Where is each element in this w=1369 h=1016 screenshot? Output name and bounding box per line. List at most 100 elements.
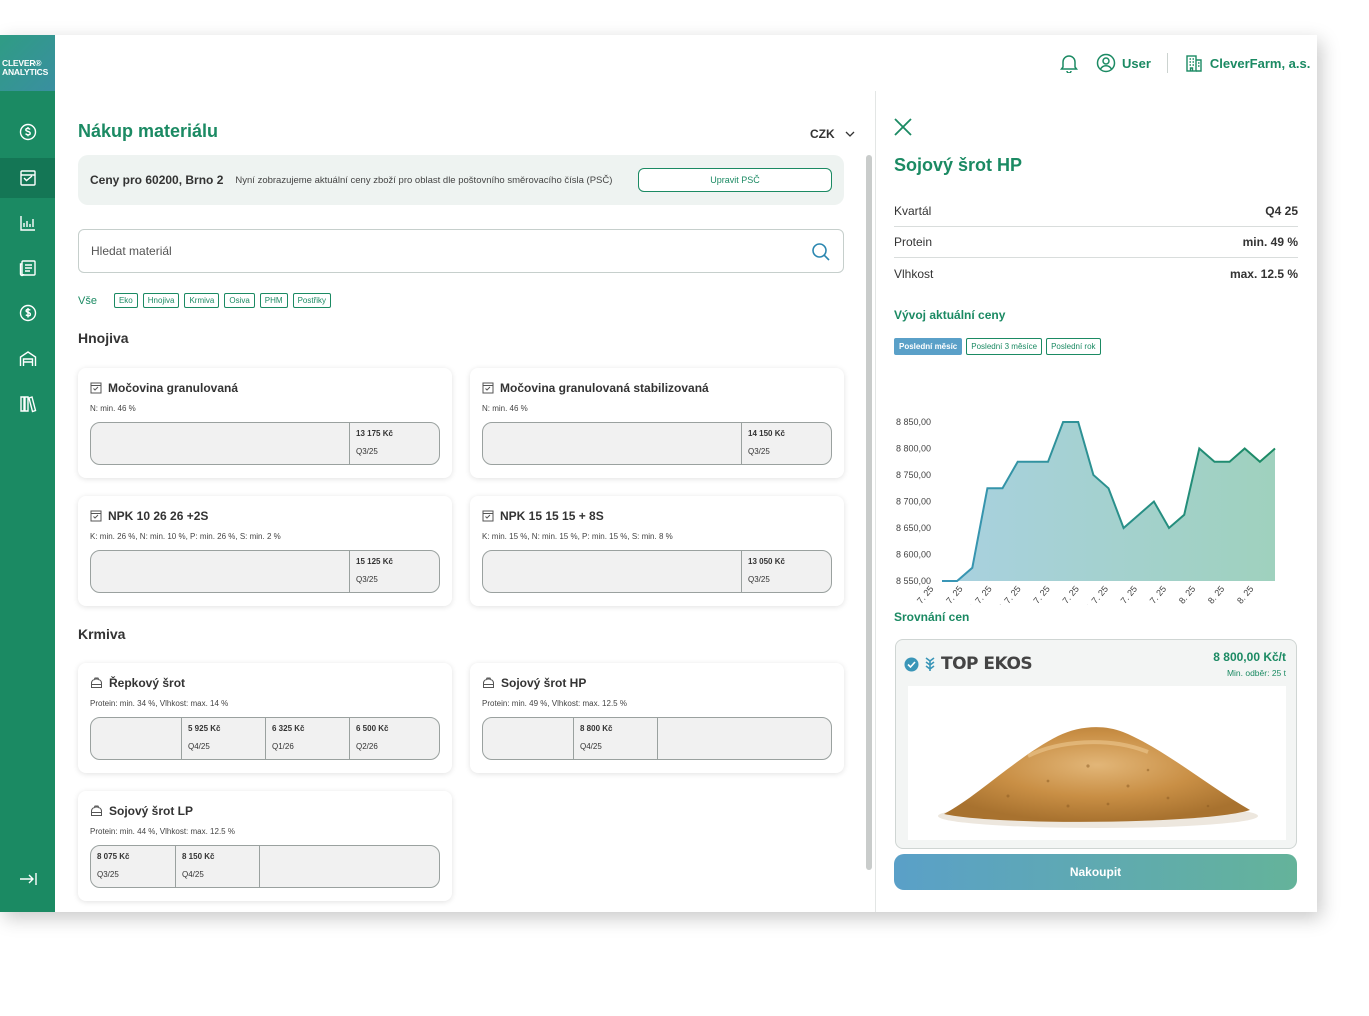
notification-bell-icon[interactable] (1060, 53, 1078, 73)
filter-chip-postriky[interactable]: Postřiky (292, 293, 332, 308)
fertilizer-icon (90, 510, 102, 522)
product-spec: K: min. 15 %, N: min. 15 %, P: min. 15 %… (482, 532, 673, 541)
nav-purchase-icon[interactable] (0, 158, 55, 198)
range-last-year[interactable]: Poslední rok (1046, 338, 1101, 355)
section-title-feeds: Krmiva (78, 626, 126, 642)
x-tick-label: 31. 7. 25 (1138, 584, 1168, 605)
range-last-month[interactable]: Poslední měsíc (894, 338, 963, 355)
y-tick-label: 8 600,00 (896, 550, 931, 560)
price-period: Q3/25 (748, 575, 770, 584)
price-cell-empty (259, 846, 439, 887)
nav-library-icon[interactable] (0, 384, 55, 424)
x-tick-label: 17. 7. 25 (993, 584, 1023, 605)
location-description: Nyní zobrazujeme aktuální ceny zboží pro… (235, 174, 613, 186)
filter-chip-eko[interactable]: Eko (113, 293, 138, 308)
price-cell[interactable]: 13 050 Kč Q3/25 (741, 551, 831, 592)
vendor-name: TOP EKOS (941, 654, 1033, 674)
spec-label: Vlhkost (894, 266, 934, 281)
price-cell[interactable]: 5 925 Kč Q4/25 (181, 718, 265, 759)
price-row: 5 925 Kč Q4/25 6 325 Kč Q1/26 6 500 Kč Q2/2… (90, 717, 440, 760)
y-tick-label: 8 650,00 (896, 523, 931, 533)
nav-news-icon[interactable] (0, 248, 55, 288)
price-cell[interactable]: 6 325 Kč Q1/26 (265, 718, 349, 759)
product-name: NPK 15 15 15 + 8S (500, 509, 604, 523)
location-label: Ceny pro 60200, Brno 2 (90, 173, 224, 187)
filter-chip-phm[interactable]: PHM (259, 293, 288, 308)
panel-divider (875, 91, 876, 912)
product-card[interactable]: NPK 15 15 15 + 8S K: min. 15 %, N: min. … (470, 496, 844, 606)
product-card-selected[interactable]: Sojový šrot HP Protein: min. 49 %, Vlhko… (470, 663, 844, 773)
price-cell[interactable]: 15 125 Kč Q3/25 (349, 551, 439, 592)
sidebar: CLEVER® ANALYTICS (0, 35, 55, 912)
location-info-bar: Ceny pro 60200, Brno 2 Nyní zobrazujeme … (78, 155, 844, 205)
filter-chip-osiva[interactable]: Osiva (224, 293, 255, 308)
user-menu[interactable]: User (1096, 53, 1151, 73)
price-cell[interactable]: 8 150 Kč Q4/25 (175, 846, 259, 887)
wheat-icon (925, 657, 935, 671)
price-cell-empty (91, 423, 349, 464)
y-tick-label: 8 750,00 (896, 470, 931, 480)
filter-chip-krmiva[interactable]: Krmiva (184, 293, 220, 308)
x-tick-label: 9. 7. 25 (909, 584, 936, 605)
detail-title: Sojový šrot HP (894, 155, 1023, 175)
card-header: NPK 15 15 15 + 8S (482, 509, 604, 523)
spec-label: Protein (894, 235, 933, 249)
price-row: 8 075 Kč Q3/25 8 150 Kč Q4/25 (90, 845, 440, 888)
search-input[interactable]: Hledat materiál (78, 229, 844, 273)
app-logo[interactable]: CLEVER® ANALYTICS (0, 35, 55, 91)
price-period: Q1/26 (272, 742, 294, 751)
price-cell[interactable]: 8 800 Kč Q4/25 (573, 718, 657, 759)
card-header: Řepkový šrot (90, 676, 185, 690)
edit-zip-button[interactable]: Upravit PSČ (638, 168, 832, 192)
price-cell-empty (483, 423, 741, 464)
product-card[interactable]: NPK 10 26 26 +2S K: min. 26 %, N: min. 1… (78, 496, 452, 606)
nav-warehouse-icon[interactable] (0, 339, 55, 379)
price-cell-empty (483, 551, 741, 592)
range-last-3-months[interactable]: Poslední 3 měsíce (966, 338, 1043, 355)
filter-all[interactable]: Vše (78, 295, 97, 307)
product-name: Řepkový šrot (109, 676, 186, 690)
product-spec: Protein: min. 34 %, Vlhkost: max. 14 % (90, 699, 229, 708)
filter-chip-hnojiva[interactable]: Hnojiva (142, 293, 180, 308)
user-avatar-icon (1096, 53, 1116, 73)
nav-chart-icon[interactable] (0, 203, 55, 243)
price-trend-title: Vývoj aktuální ceny (894, 308, 1006, 322)
price-period: Q3/25 (97, 870, 119, 879)
price-cell[interactable]: 8 075 Kč Q3/25 (91, 846, 175, 887)
vendor-offer-card[interactable]: TOP EKOS 8 800,00 Kč/t Min. odběr: 25 t (895, 639, 1297, 849)
card-header: NPK 10 26 26 +2S (90, 509, 208, 523)
buy-button[interactable]: Nakoupit (894, 854, 1297, 890)
x-tick-label: 8. 8. 25 (1229, 584, 1256, 605)
search-icon[interactable] (811, 242, 831, 262)
product-card[interactable]: Řepkový šrot Protein: min. 34 %, Vlhkost… (78, 663, 452, 773)
price-period: Q4/25 (580, 742, 602, 751)
price-cell[interactable]: 14 150 Kč Q3/25 (741, 423, 831, 464)
nav-finance-icon[interactable] (0, 112, 55, 152)
spec-row: Vlhkost max. 12.5 % (894, 258, 1298, 289)
y-tick-label: 8 550,00 (896, 576, 931, 586)
collapse-sidebar-icon[interactable] (0, 863, 55, 895)
price-value: 8 075 Kč (97, 852, 130, 861)
nav-dollar-icon[interactable] (0, 293, 55, 333)
main-scrollbar[interactable] (866, 155, 872, 870)
price-period: Q3/25 (748, 447, 770, 456)
currency-select[interactable]: CZK (810, 127, 855, 141)
topbar-separator (1166, 53, 1168, 73)
spec-row: Protein min. 49 % (894, 227, 1298, 258)
price-cell-empty (91, 718, 181, 759)
price-cell[interactable]: 6 500 Kč Q2/26 (349, 718, 439, 759)
product-card[interactable]: Sojový šrot LP Protein: min. 44 %, Vlhko… (78, 791, 452, 901)
product-card[interactable]: Močovina granulovaná N: min. 46 % 13 175… (78, 368, 452, 478)
feed-bag-icon (91, 805, 102, 816)
y-tick-label: 8 850,00 (896, 417, 931, 427)
feed-bag-icon (91, 677, 102, 688)
price-period: Q3/25 (356, 575, 378, 584)
range-selector: Poslední měsíc Poslední 3 měsíce Posledn… (894, 338, 1101, 355)
close-icon[interactable] (893, 117, 913, 142)
spec-value: min. 49 % (1242, 235, 1298, 249)
price-row: 8 800 Kč Q4/25 (482, 717, 832, 760)
company-menu[interactable]: CleverFarm, a.s. (1184, 53, 1310, 73)
product-card[interactable]: Močovina granulovaná stabilizovaná N: mi… (470, 368, 844, 478)
price-value: 13 175 Kč (356, 429, 393, 438)
price-cell[interactable]: 13 175 Kč Q3/25 (349, 423, 439, 464)
